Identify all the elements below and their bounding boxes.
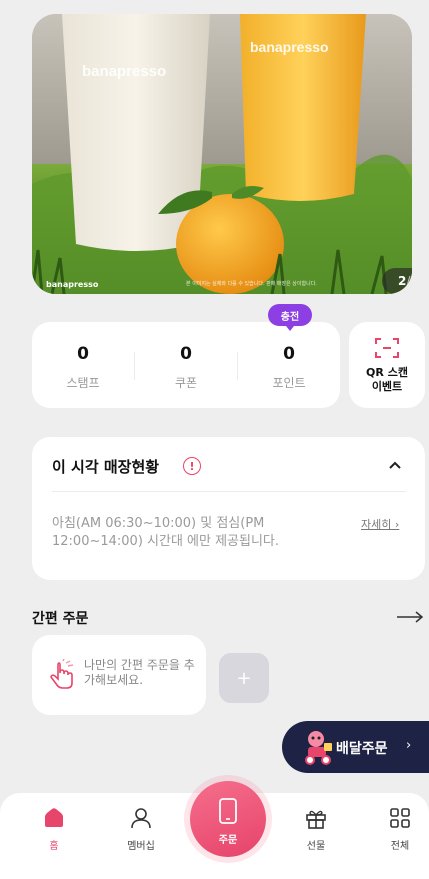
quick-order-title: 간편 주문 <box>32 611 89 627</box>
banner-brand-logo: banapresso <box>46 280 99 289</box>
cup-brand-milk: banapresso <box>82 63 166 80</box>
nav-home-label: 홈 <box>49 841 59 852</box>
charge-badge[interactable]: 충전 <box>268 304 312 331</box>
delivery-order-label: 배달주문 <box>336 741 388 757</box>
store-status-message: 아침(AM 06:30~10:00) 및 점심(PM 12:00~14:00) … <box>52 516 280 549</box>
phone-icon <box>219 798 237 824</box>
banner-artwork: banapresso banapresso <box>32 14 412 294</box>
nav-gift[interactable]: 선물 <box>286 793 346 879</box>
delivery-character-icon <box>305 731 332 765</box>
divider <box>52 491 406 492</box>
detail-link[interactable]: 자세히 › <box>361 516 399 532</box>
nav-gift-label: 선물 <box>306 841 326 852</box>
stamp-count: 0 <box>77 344 89 364</box>
qr-label-line2: 이벤트 <box>371 380 403 393</box>
pager-current: 2 <box>397 274 407 288</box>
quick-order-empty-card[interactable]: 나만의 간편 주문을 추가해보세요. <box>32 635 206 715</box>
arrow-right-icon[interactable] <box>396 611 424 623</box>
pager-total: /4 <box>406 274 412 288</box>
qr-label-line1: QR 스캔 <box>366 366 408 379</box>
store-status-card: 이 시각 매장현황 ! 아침(AM 06:30~10:00) 및 점심(PM 1… <box>32 437 425 580</box>
banner-pager: 2/4 <box>382 268 412 294</box>
hand-pointer-icon <box>50 659 74 689</box>
coupon-label: 쿠폰 <box>174 376 198 390</box>
stamp-stat[interactable]: 0 스탬프 <box>32 322 134 408</box>
nav-order-label: 주문 <box>218 835 238 846</box>
nav-order-button[interactable]: 주문 <box>190 781 266 857</box>
home-icon <box>45 808 63 827</box>
nav-home[interactable]: 홈 <box>24 793 84 879</box>
delivery-order-button[interactable]: 배달주문 › <box>282 721 429 773</box>
banner-caption: 본 이미지는 실제와 다를 수 있습니다. 판매 매장은 상이합니다. <box>186 281 317 287</box>
nav-membership[interactable]: 멤버십 <box>111 793 171 879</box>
qr-scan-event-button[interactable]: QR 스캔 이벤트 <box>349 322 425 408</box>
alert-icon[interactable]: ! <box>183 457 201 475</box>
coupon-count: 0 <box>180 344 192 364</box>
home-screen: banapresso banapresso banapresso 본 이미지는 … <box>0 0 429 879</box>
nav-all-label: 전체 <box>390 841 410 852</box>
chevron-right-icon: › <box>406 738 412 753</box>
person-icon <box>131 808 151 829</box>
add-quick-order-button[interactable]: + <box>219 653 269 703</box>
quick-order-empty-text: 나만의 간편 주문을 추가해보세요. <box>84 658 195 687</box>
stamp-label: 스탬프 <box>66 376 100 390</box>
nav-membership-label: 멤버십 <box>127 841 155 852</box>
store-status-title: 이 시각 매장현황 <box>52 458 160 476</box>
coupon-stat[interactable]: 0 쿠폰 <box>135 322 237 408</box>
promo-banner[interactable]: banapresso banapresso banapresso 본 이미지는 … <box>32 14 412 294</box>
gift-icon <box>306 810 326 829</box>
chevron-up-icon[interactable] <box>388 460 402 470</box>
nav-all[interactable]: 전체 <box>370 793 429 879</box>
stats-card: 0 스탬프 0 쿠폰 0 포인트 <box>32 322 340 408</box>
qr-label: QR 스캔 이벤트 <box>349 366 425 394</box>
point-count: 0 <box>283 344 295 364</box>
cup-brand-juice: banapresso <box>250 39 329 55</box>
grid-icon <box>390 808 410 828</box>
qr-scan-icon <box>375 338 399 358</box>
point-stat[interactable]: 0 포인트 <box>238 322 340 408</box>
point-label: 포인트 <box>272 376 306 390</box>
